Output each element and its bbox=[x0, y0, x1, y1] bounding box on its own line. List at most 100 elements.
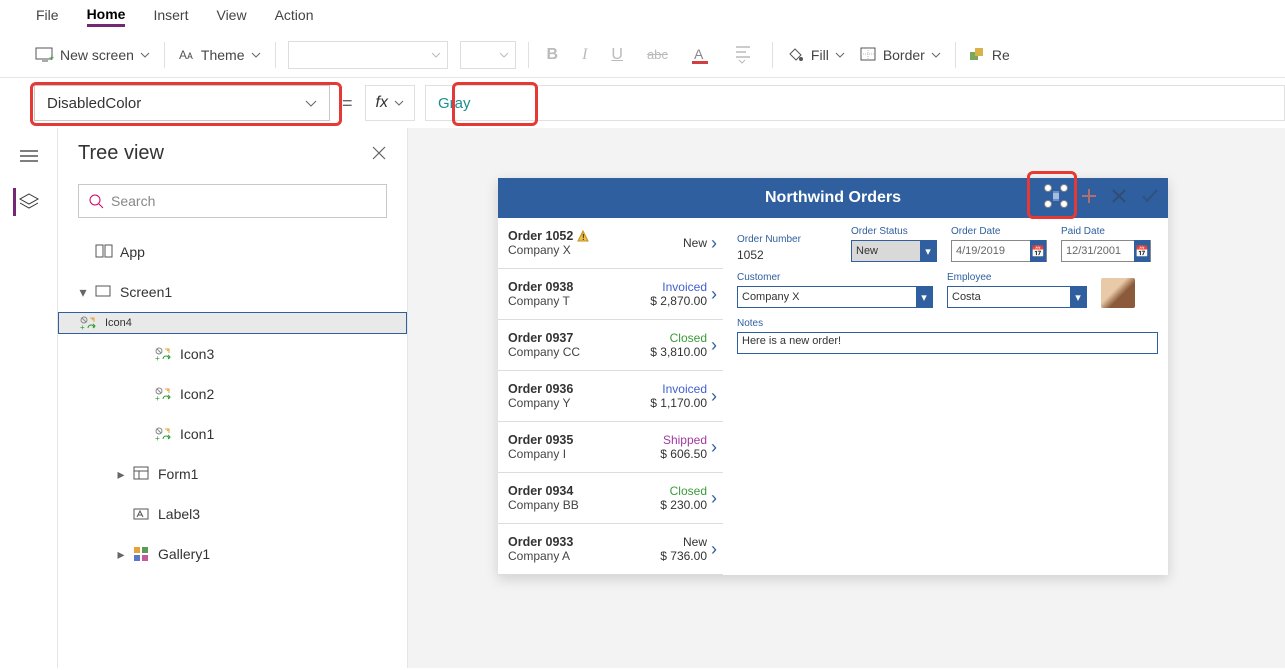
notes-input[interactable]: Here is a new order! bbox=[737, 332, 1158, 354]
node-icon: + bbox=[79, 316, 99, 330]
svg-text:+: + bbox=[49, 53, 54, 63]
separator bbox=[275, 42, 276, 68]
order-status-value: New bbox=[856, 245, 878, 257]
border-label: Border bbox=[883, 47, 925, 63]
menu-view[interactable]: View bbox=[216, 7, 246, 25]
tree-node-screen[interactable]: ▾ Screen1 bbox=[58, 272, 407, 312]
underline-button[interactable]: U bbox=[605, 46, 629, 64]
tree-node[interactable]: +Icon2 bbox=[58, 374, 407, 414]
chevron-down-icon bbox=[140, 52, 150, 58]
order-row[interactable]: Order 0935Company IShipped$ 606.50› bbox=[498, 422, 723, 473]
align-button[interactable] bbox=[730, 45, 760, 65]
order-status-select[interactable]: New▾ bbox=[851, 240, 937, 262]
chevron-right-icon: › bbox=[707, 437, 717, 458]
node-icon: + bbox=[154, 347, 174, 361]
italic-button[interactable]: I bbox=[576, 46, 593, 64]
close-icon[interactable] bbox=[371, 145, 387, 161]
orders-list: Order 1052!Company XNew›Order 0938Compan… bbox=[498, 218, 723, 575]
add-icon[interactable] bbox=[1080, 187, 1098, 205]
chevron-right-icon: › bbox=[707, 284, 717, 305]
svg-text:Aᴀ: Aᴀ bbox=[179, 48, 193, 62]
chevron-down-icon: ▾ bbox=[1070, 286, 1086, 308]
new-screen-label: New screen bbox=[60, 47, 134, 63]
fill-label: Fill bbox=[811, 47, 829, 63]
rail-tree-button[interactable] bbox=[13, 188, 41, 216]
canvas: Northwind Orders Order 1052!Company XNew… bbox=[408, 128, 1285, 668]
notes-value: Here is a new order! bbox=[742, 335, 841, 347]
employee-select[interactable]: Costa ▾ bbox=[947, 286, 1087, 308]
titlebar-actions bbox=[1044, 184, 1160, 208]
chevron-down-icon bbox=[931, 52, 941, 58]
paid-date-value: 12/31/2001 bbox=[1066, 245, 1121, 257]
caret-icon: ▸ bbox=[116, 466, 126, 483]
tree-label: App bbox=[120, 244, 145, 260]
order-row[interactable]: Order 1052!Company XNew› bbox=[498, 218, 723, 269]
font-color-button[interactable]: A bbox=[686, 46, 718, 64]
cancel-icon[interactable] bbox=[1110, 187, 1128, 205]
reorder-button[interactable]: Re bbox=[968, 43, 1012, 67]
strike-button[interactable]: abc bbox=[641, 47, 674, 62]
order-row[interactable]: Order 0938Company TInvoiced$ 2,870.00› bbox=[498, 269, 723, 320]
new-screen-button[interactable]: + New screen bbox=[34, 43, 152, 67]
tree-label: Label3 bbox=[158, 506, 200, 522]
confirm-icon[interactable] bbox=[1140, 187, 1160, 205]
menu-insert[interactable]: Insert bbox=[153, 7, 188, 25]
field-label: Paid Date bbox=[1061, 226, 1151, 237]
order-number-value: 1052 bbox=[737, 248, 837, 262]
tree-label: Icon4 bbox=[105, 317, 132, 329]
theme-button[interactable]: Aᴀ Theme bbox=[177, 43, 263, 67]
bold-button[interactable]: B bbox=[541, 46, 565, 64]
tree-node[interactable]: +Icon3 bbox=[58, 334, 407, 374]
tree-node[interactable]: ▸Form1 bbox=[58, 454, 407, 494]
field-label: Order Status bbox=[851, 226, 937, 237]
panel-title: Tree view bbox=[78, 142, 164, 165]
rail-hamburger-button[interactable] bbox=[15, 142, 43, 170]
customer-select[interactable]: Company X▾ bbox=[737, 286, 933, 308]
chevron-right-icon: › bbox=[707, 386, 717, 407]
detail-pane: Order Number1052 Order StatusNew▾ Order … bbox=[723, 218, 1168, 575]
layers-icon bbox=[20, 194, 38, 210]
order-row[interactable]: Order 0934Company BBClosed$ 230.00› bbox=[498, 473, 723, 524]
order-row[interactable]: Order 0937Company CCClosed$ 3,810.00› bbox=[498, 320, 723, 371]
font-select[interactable] bbox=[288, 41, 448, 69]
order-date-input[interactable]: 4/19/2019📅 bbox=[951, 240, 1047, 262]
tree-node-app[interactable]: App bbox=[58, 232, 407, 272]
fx-button[interactable]: fx bbox=[365, 85, 415, 121]
employee-value: Costa bbox=[952, 291, 981, 303]
order-row[interactable]: Order 0933Company ANew$ 736.00› bbox=[498, 524, 723, 575]
separator bbox=[528, 42, 529, 68]
paid-date-input[interactable]: 12/31/2001📅 bbox=[1061, 240, 1151, 262]
order-row[interactable]: Order 0936Company YInvoiced$ 1,170.00› bbox=[498, 371, 723, 422]
node-icon bbox=[132, 507, 152, 521]
chevron-down-icon bbox=[251, 52, 261, 58]
search-input[interactable]: Search bbox=[78, 184, 387, 218]
selected-icon-handle[interactable] bbox=[1044, 184, 1068, 208]
menu-action[interactable]: Action bbox=[275, 7, 314, 25]
field-label: Order Number bbox=[737, 234, 837, 245]
property-selector-value: DisabledColor bbox=[47, 95, 141, 112]
tree-node[interactable]: Label3 bbox=[58, 494, 407, 534]
reorder-icon bbox=[970, 48, 986, 62]
fill-button[interactable]: Fill bbox=[785, 43, 847, 67]
menu-file[interactable]: File bbox=[36, 7, 59, 25]
border-button[interactable]: Border bbox=[859, 43, 943, 67]
chevron-right-icon: › bbox=[707, 233, 717, 254]
font-size-select[interactable] bbox=[460, 41, 516, 69]
tree-node[interactable]: + Icon4 bbox=[58, 312, 407, 334]
tree-label: Gallery1 bbox=[158, 546, 210, 562]
separator bbox=[164, 42, 165, 68]
tree-node[interactable]: +Icon1 bbox=[58, 414, 407, 454]
svg-text:!: ! bbox=[582, 233, 585, 242]
chevron-right-icon: › bbox=[707, 335, 717, 356]
property-selector[interactable]: DisabledColor bbox=[34, 85, 330, 121]
formula-input[interactable]: Gray bbox=[425, 85, 1285, 121]
menu-home[interactable]: Home bbox=[87, 6, 126, 27]
border-icon bbox=[861, 48, 877, 62]
left-rail bbox=[0, 128, 58, 668]
tree-label: Icon2 bbox=[180, 386, 214, 402]
field-label: Employee bbox=[947, 272, 1087, 283]
app-icon bbox=[94, 245, 114, 259]
tree-node[interactable]: ▸Gallery1 bbox=[58, 534, 407, 574]
order-date-value: 4/19/2019 bbox=[956, 245, 1005, 257]
node-icon bbox=[132, 467, 152, 481]
